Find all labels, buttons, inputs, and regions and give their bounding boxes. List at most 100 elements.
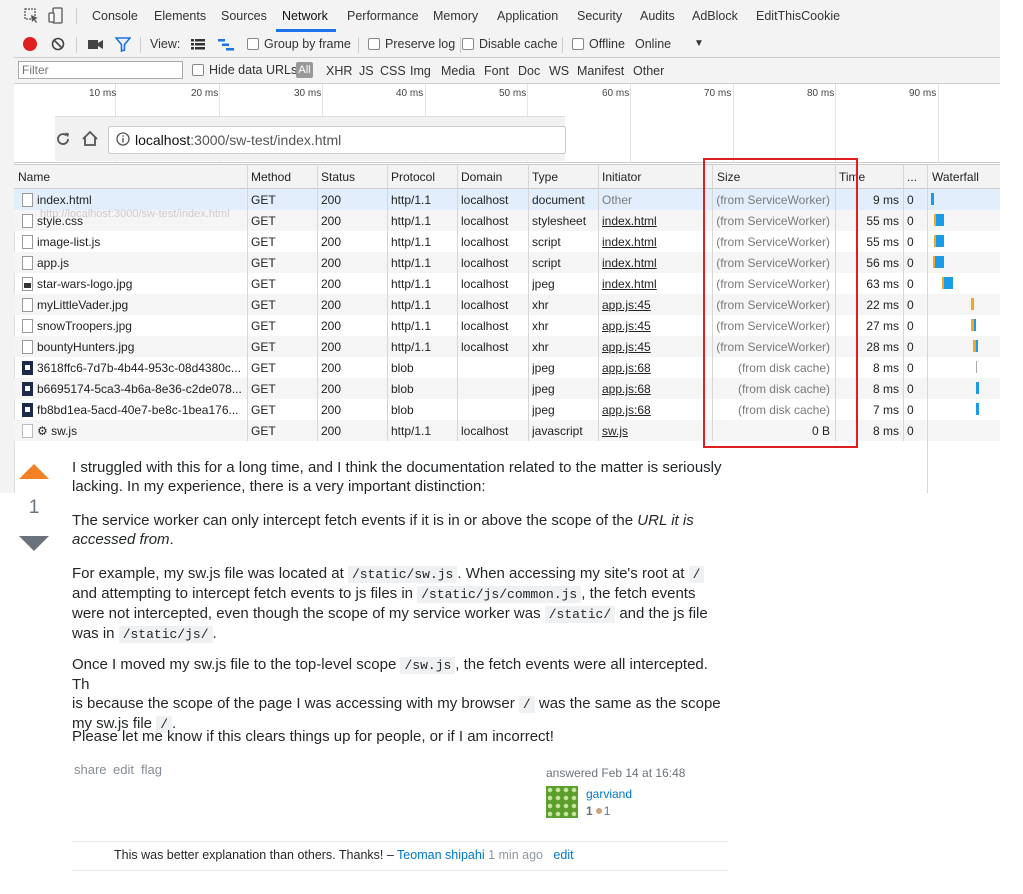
preserve-log-checkbox[interactable] (368, 38, 380, 50)
comment-edit-link[interactable]: edit (553, 848, 573, 862)
disable-cache-checkbox[interactable] (462, 38, 474, 50)
large-rows-icon[interactable] (191, 39, 205, 50)
column-domain[interactable]: Domain (461, 170, 502, 184)
waterfall-bar (935, 256, 944, 268)
request-initiator[interactable]: app.js:68 (602, 361, 702, 375)
chevron-down-icon[interactable]: ▼ (694, 38, 704, 49)
column-protocol[interactable]: Protocol (391, 170, 435, 184)
filter-type-ws[interactable]: WS (549, 64, 569, 78)
column-status[interactable]: Status (321, 170, 355, 184)
request-initiator[interactable]: index.html (602, 214, 702, 228)
record-icon[interactable] (23, 37, 37, 51)
clear-icon[interactable] (51, 37, 65, 51)
filter-type-doc[interactable]: Doc (518, 64, 540, 78)
disable-cache-label: Disable cache (479, 37, 558, 51)
request-initiator[interactable]: app.js:45 (602, 319, 702, 333)
request-initiator[interactable]: app.js:45 (602, 340, 702, 354)
share-link[interactable]: share (74, 762, 107, 777)
column-name[interactable]: Name (18, 170, 50, 184)
request-name[interactable]: snowTroopers.jpg (37, 319, 242, 333)
tab-performance[interactable]: Performance (347, 9, 419, 23)
request-name[interactable]: fb8bd1ea-5acd-40e7-be8c-1bea176... (37, 403, 242, 417)
request-name[interactable]: 3618ffc6-7d7b-4b44-953c-08d4380c... (37, 361, 242, 375)
tab-network[interactable]: Network (282, 9, 328, 23)
column-type[interactable]: Type (532, 170, 558, 184)
tab-security[interactable]: Security (577, 9, 622, 23)
filter-type-manifest[interactable]: Manifest (577, 64, 624, 78)
request-initiator[interactable]: index.html (602, 235, 702, 249)
request-initiator[interactable]: index.html (602, 277, 702, 291)
throttling-select[interactable]: Online (635, 37, 671, 51)
tab-audits[interactable]: Audits (640, 9, 675, 23)
answered-timestamp: answered Feb 14 at 16:48 (546, 766, 686, 780)
group-by-frame-label: Group by frame (264, 37, 351, 51)
request-name[interactable]: star-wars-logo.jpg (37, 277, 242, 291)
hide-data-urls-checkbox[interactable] (192, 64, 204, 76)
filter-type-img[interactable]: Img (410, 64, 431, 78)
info-icon[interactable] (116, 132, 130, 146)
request-method: GET (251, 382, 276, 396)
request-protocol: http/1.1 (391, 214, 432, 228)
tab-application[interactable]: Application (497, 9, 558, 23)
request-type: jpeg (532, 277, 555, 291)
devtools-left-edge (0, 0, 15, 493)
filter-type-font[interactable]: Font (484, 64, 509, 78)
group-by-frame-checkbox[interactable] (247, 38, 259, 50)
separator (140, 37, 141, 53)
tab-sources[interactable]: Sources (221, 9, 267, 23)
flag-link[interactable]: flag (141, 762, 162, 777)
inline-code: / (688, 566, 705, 583)
request-initiator[interactable]: app.js:68 (602, 403, 702, 417)
upvote-arrow-icon[interactable] (19, 464, 49, 479)
request-type: document (532, 193, 585, 207)
offline-checkbox[interactable] (572, 38, 584, 50)
downvote-arrow-icon[interactable] (19, 536, 49, 551)
user-link[interactable]: garviand (586, 787, 632, 801)
request-name[interactable]: index.html (37, 193, 242, 207)
reload-icon[interactable] (55, 131, 71, 147)
request-status: 200 (321, 235, 342, 249)
request-name[interactable]: image-list.js (37, 235, 242, 249)
request-name[interactable]: b6695174-5ca3-4b6a-8e36-c2de078... (37, 382, 242, 396)
request-type: jpeg (532, 382, 555, 396)
request-name[interactable]: app.js (37, 256, 242, 270)
device-toolbar-icon[interactable] (48, 7, 64, 25)
blob-file-icon (22, 361, 33, 375)
overview-icon[interactable] (218, 39, 234, 51)
filter-type-other[interactable]: Other (633, 64, 664, 78)
filter-type-css[interactable]: CSS (380, 64, 406, 78)
column-more[interactable]: ... (907, 170, 917, 184)
edit-link[interactable]: edit (113, 762, 134, 777)
bronze-badge-icon (595, 808, 602, 814)
column-method[interactable]: Method (251, 170, 291, 184)
tab-memory[interactable]: Memory (433, 9, 478, 23)
filter-type-xhr[interactable]: XHR (326, 64, 352, 78)
tab-console[interactable]: Console (92, 9, 138, 23)
column-waterfall[interactable]: Waterfall (932, 170, 979, 184)
tab-adblock[interactable]: AdBlock (692, 9, 738, 23)
capture-screenshots-icon[interactable] (88, 39, 104, 50)
request-name[interactable]: bountyHunters.jpg (37, 340, 242, 354)
filter-icon[interactable] (115, 37, 131, 52)
request-initiator[interactable]: sw.js (602, 424, 702, 438)
tab-editthiscookie[interactable]: EditThisCookie (756, 9, 840, 23)
request-name[interactable]: myLittleVader.jpg (37, 298, 242, 312)
request-extra: 0 (907, 319, 914, 333)
request-initiator[interactable]: index.html (602, 256, 702, 270)
waterfall-bar (936, 214, 944, 226)
filter-type-js[interactable]: JS (359, 64, 374, 78)
request-initiator[interactable]: Other (602, 193, 702, 207)
column-initiator[interactable]: Initiator (602, 170, 641, 184)
inspect-element-icon[interactable] (24, 8, 40, 24)
filter-type-media[interactable]: Media (441, 64, 475, 78)
filter-type-all[interactable]: All (296, 62, 313, 78)
request-status: 200 (321, 403, 342, 417)
filter-input[interactable] (18, 61, 183, 79)
request-initiator[interactable]: app.js:45 (602, 298, 702, 312)
request-name[interactable]: ⚙ sw.js (37, 424, 242, 438)
home-icon[interactable] (81, 130, 99, 147)
comment-user-link[interactable]: Teoman shipahi (397, 848, 485, 862)
request-type: jpeg (532, 361, 555, 375)
request-initiator[interactable]: app.js:68 (602, 382, 702, 396)
tab-elements[interactable]: Elements (154, 9, 206, 23)
